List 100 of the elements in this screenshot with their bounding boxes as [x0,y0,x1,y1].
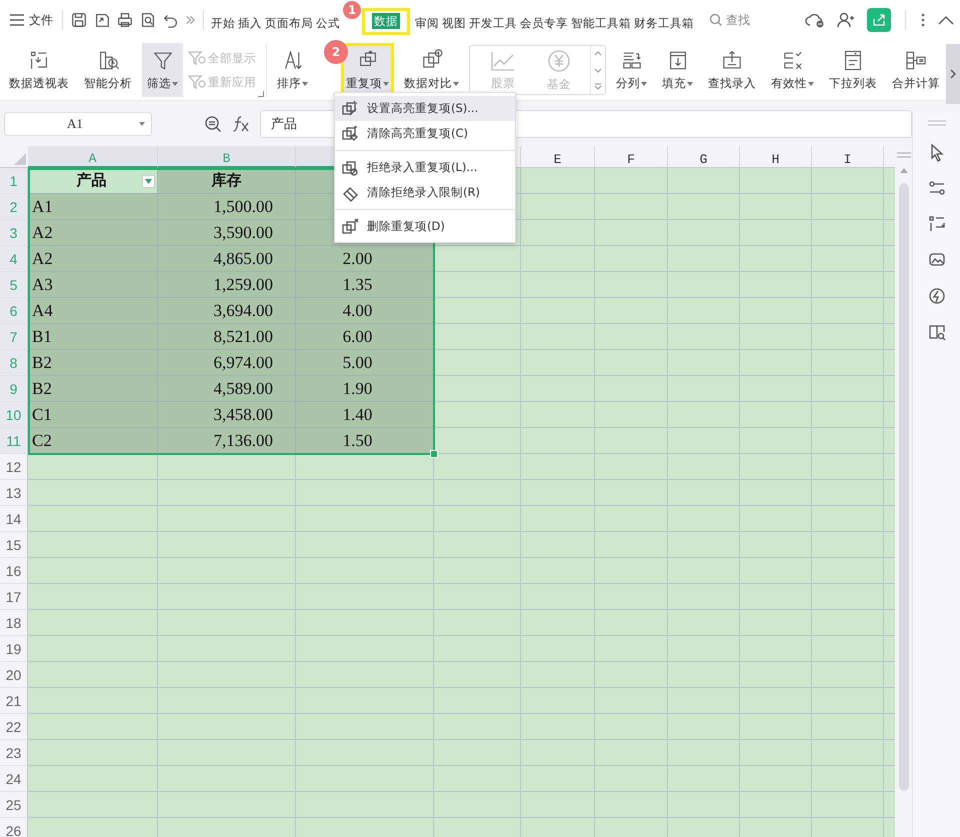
table-cell: 1.90 [296,376,434,402]
row-number[interactable]: 25 [0,792,28,818]
menu-item[interactable]: 拒绝录入重复项(L)... [335,155,515,180]
table-cell: A3 [28,272,158,298]
row-number[interactable]: 21 [0,688,28,714]
menu-tab[interactable]: 公式 [313,12,343,35]
table-cell: 3,458.00 [158,402,296,428]
table-cell: 3,590.00 [158,220,296,246]
export-icon[interactable] [93,11,111,29]
filter-refresh-icon [188,74,206,90]
row-number[interactable]: 12 [0,454,28,480]
menu-tab[interactable]: 开发工具 [466,12,520,35]
table-cell: 1.50 [296,428,434,454]
row-number[interactable]: 18 [0,610,28,636]
ribbon-button[interactable]: 智能分析 [79,43,137,97]
step-badge: 1 [343,1,361,19]
table-cell: A1 [28,194,158,220]
table-cell: 7,136.00 [158,428,296,454]
table-cell: A2 [28,220,158,246]
more-chevron-icon[interactable] [185,14,196,26]
save-icon[interactable] [70,11,88,29]
menu-tab[interactable]: 开始 [208,12,238,35]
table-cell: 4,865.00 [158,246,296,272]
table-cell: 8,521.00 [158,324,296,350]
ribbon-button[interactable]: 有效性 [766,43,819,97]
row-number[interactable]: 26 [0,818,28,837]
menu-tab[interactable]: 会员专享 [517,12,571,35]
menu-tab[interactable]: 插入 [235,12,265,35]
cloud-icon[interactable] [805,12,825,28]
search-field[interactable]: 查找 [709,12,750,28]
row-number[interactable]: 17 [0,584,28,610]
table-cell: C1 [28,402,158,428]
table-cell: C2 [28,428,158,454]
ribbon-button[interactable]: 查找录入 [703,43,761,97]
table-cell: 5.00 [296,350,434,376]
table-cell: B2 [28,350,158,376]
menu-item[interactable]: 设置高亮重复项(S)... [335,96,515,121]
row-number[interactable]: 20 [0,662,28,688]
layout-icon[interactable] [926,214,946,234]
more-options-icon[interactable] [920,12,926,28]
ribbon-button[interactable]: 合并计算 [887,43,945,97]
ribbon-button[interactable]: 筛选 [142,43,183,97]
caret-icon [687,82,693,86]
preview-icon[interactable] [139,11,157,29]
add-user-icon[interactable] [837,12,855,28]
caret-icon [641,82,647,86]
caret-icon [808,82,814,86]
function-icon[interactable] [232,114,250,132]
menu-tab[interactable]: 页面布局 [262,12,316,35]
column-header[interactable]: F [595,146,668,168]
caret-icon [453,82,459,86]
lightning-icon[interactable] [926,286,946,306]
row-number[interactable]: 24 [0,766,28,792]
ribbon-button[interactable]: 分列 [611,43,652,97]
zoom-out-icon[interactable] [204,114,222,132]
table-cell: 3,694.00 [158,298,296,324]
ribbon-button[interactable]: 数据对比 [399,43,464,97]
table-cell: 1.35 [296,272,434,298]
row-number[interactable]: 23 [0,740,28,766]
table-cell: 4,589.00 [158,376,296,402]
table-cell: B1 [28,324,158,350]
row-number[interactable]: 13 [0,480,28,506]
table-cell: 6,974.00 [158,350,296,376]
fill-handle[interactable] [430,450,438,458]
column-header[interactable]: H [740,146,812,168]
filter-dropdown[interactable] [142,175,155,188]
caret-icon [139,122,145,126]
ribbon-button[interactable]: 数据透视表 [4,43,74,97]
ribbon-button[interactable]: 填充 [657,43,698,97]
row-number[interactable]: 15 [0,532,28,558]
share-icon [872,13,886,27]
caret-icon [383,82,389,86]
menu-tab[interactable]: 智能工具箱 [568,12,634,35]
chevron-right-icon [950,69,956,79]
collapse-icon[interactable] [938,15,954,25]
menu-tab[interactable]: 视图 [439,12,469,35]
row-number[interactable]: 22 [0,714,28,740]
header-cell: 库存 [158,168,296,194]
column-header[interactable]: E [521,146,595,168]
step-badge: 2 [324,40,348,64]
caret-icon [145,179,152,184]
scrollbar-thumb[interactable] [898,183,908,791]
menu-item[interactable]: 删除重复项(D) [335,214,515,239]
menu-item[interactable]: 清除拒绝录入限制(R) [335,180,515,205]
table-cell: 4.00 [296,298,434,324]
table-cell: 1.40 [296,402,434,428]
column-header[interactable]: I [812,146,884,168]
name-box[interactable]: A1 [4,112,152,136]
ribbon-button[interactable]: 排序 [272,43,313,97]
print-icon[interactable] [116,11,134,29]
menu-tab[interactable]: 财务工具箱 [631,12,697,35]
search-icon [709,13,723,27]
row-number[interactable]: 19 [0,636,28,662]
row-number[interactable]: 14 [0,506,28,532]
dialog-launcher-icon[interactable] [258,91,264,97]
row-number[interactable]: 16 [0,558,28,584]
menu-tab[interactable]: 审阅 [412,12,442,35]
ribbon-button[interactable]: 下拉列表 [824,43,882,97]
column-header[interactable]: G [668,146,740,168]
file-menu-button[interactable]: 文件 [8,8,55,32]
